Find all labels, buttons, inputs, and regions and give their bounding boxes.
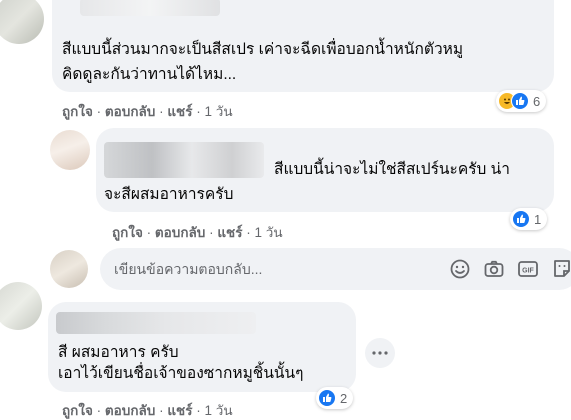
like-link[interactable]: ถูกใจ (62, 104, 93, 119)
commenter-name-blurred[interactable] (80, 0, 220, 16)
reaction-count: 1 (534, 211, 542, 227)
camera-icon[interactable] (482, 257, 506, 281)
share-link[interactable]: แชร์ (217, 225, 242, 240)
more-horizontal-icon (372, 351, 388, 355)
comment-actions: ถูกใจ · ตอบกลับ · แชร์ · 1 วัน (62, 403, 233, 418)
share-link[interactable]: แชร์ (167, 403, 192, 418)
comment-actions: ถูกใจ · ตอบกลับ · แชร์ · 1 วัน (62, 104, 233, 119)
comment-text-line: จะสีผสมอาหารครับ (104, 186, 234, 203)
sticker-icon[interactable] (550, 257, 571, 281)
svg-text:GIF: GIF (522, 268, 534, 275)
comment-timestamp[interactable]: 1 วัน (255, 225, 283, 240)
comment-bubble: สีแบบนี้น่าจะไม่ใช่สีสเปร์นะครับ น่า จะส… (96, 128, 554, 212)
commenter-name-blurred[interactable] (104, 142, 264, 178)
reply-link[interactable]: ตอบกลับ (155, 225, 205, 240)
reaction-summary[interactable]: 2 (316, 387, 354, 409)
comment-timestamp[interactable]: 1 วัน (205, 403, 233, 418)
comment-text-line: สีแบบนี้น่าจะไม่ใช่สีสเปร์นะครับ น่า (274, 161, 510, 178)
comment-bubble: สีแบบนี้ส่วนมากจะเป็นสีสเปร เค่าจะฉีดเพื… (52, 0, 554, 92)
reply-link[interactable]: ตอบกลับ (105, 104, 155, 119)
comment-text-line: เอาไว้เขียนชื่อเจ้าของซากหมูชิ้นนั้นๆ (58, 365, 304, 382)
commenter-avatar[interactable] (0, 0, 44, 44)
gif-icon[interactable]: GIF (516, 257, 540, 281)
commenter-avatar[interactable] (50, 130, 90, 170)
more-options-button[interactable] (365, 338, 395, 368)
reaction-count: 2 (340, 390, 348, 406)
commenter-name-blurred[interactable] (56, 312, 256, 334)
like-reaction-icon (318, 389, 336, 407)
share-link[interactable]: แชร์ (167, 104, 192, 119)
reaction-summary[interactable]: 1 (510, 208, 548, 230)
current-user-avatar (50, 250, 88, 288)
reply-input-placeholder: เขียนข้อความตอบกลับ... (114, 261, 263, 277)
reaction-summary[interactable]: 6 (496, 90, 547, 112)
reply-input[interactable]: เขียนข้อความตอบกลับ... GIF (100, 248, 571, 290)
like-link[interactable]: ถูกใจ (112, 225, 143, 240)
like-reaction-icon (511, 92, 529, 110)
like-reaction-icon (512, 210, 530, 228)
like-link[interactable]: ถูกใจ (62, 403, 93, 418)
comment-actions: ถูกใจ · ตอบกลับ · แชร์ · 1 วัน (112, 225, 283, 240)
reaction-count: 6 (533, 93, 541, 109)
comment-text-line: คิดดูละกันว่าทานได้ไหม... (62, 66, 237, 83)
comment-text-line: สีแบบนี้ส่วนมากจะเป็นสีสเปร เค่าจะฉีดเพื… (62, 41, 464, 58)
commenter-avatar[interactable] (0, 282, 42, 330)
comment-timestamp[interactable]: 1 วัน (205, 104, 233, 119)
emoji-icon[interactable] (448, 257, 472, 281)
reply-link[interactable]: ตอบกลับ (105, 403, 155, 418)
comment-bubble: สี ผสมอาหาร ครับ เอาไว้เขียนชื่อเจ้าของซ… (48, 302, 356, 392)
